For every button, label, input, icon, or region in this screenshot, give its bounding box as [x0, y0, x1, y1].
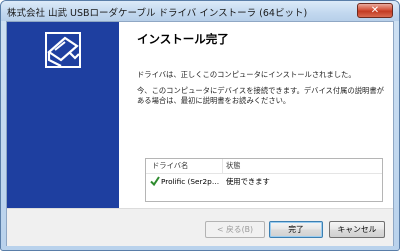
finish-button[interactable]: 完了 — [269, 221, 323, 238]
close-icon: ✕ — [370, 5, 380, 16]
installer-box-icon — [45, 32, 81, 68]
wizard-sidebar — [7, 22, 119, 208]
column-divider[interactable] — [222, 159, 223, 173]
completion-message: ドライバは、正しくこのコンピュータにインストールされました。 — [137, 70, 356, 79]
driver-list-row[interactable]: Prolific (Ser2pl64) Port... 使用できます — [146, 175, 382, 189]
installer-window: 株式会社 山武 USBローダケーブル ドライバ インストーラ (64ビット) ✕… — [0, 0, 400, 251]
wizard-content: インストール完了 ドライバは、正しくこのコンピュータにインストールされました。 … — [119, 22, 393, 208]
green-check-icon — [150, 176, 160, 187]
wizard-footer: < 戻る(B) 完了 キャンセル — [7, 208, 393, 246]
column-header-status[interactable]: 状態 — [226, 161, 241, 171]
driver-status-cell: 使用できます — [226, 177, 270, 186]
back-button[interactable]: < 戻る(B) — [205, 221, 265, 238]
page-title: インストール完了 — [137, 32, 229, 46]
window-title: 株式会社 山武 USBローダケーブル ドライバ インストーラ (64ビット) — [7, 8, 308, 19]
close-button[interactable]: ✕ — [357, 3, 393, 18]
cancel-button[interactable]: キャンセル — [329, 221, 385, 238]
driver-name-cell: Prolific (Ser2pl64) Port... — [161, 177, 221, 186]
driver-list-header: ドライバ名 状態 — [146, 159, 382, 174]
driver-list[interactable]: ドライバ名 状態 Prolific (Ser2pl64) Port... 使用で… — [145, 158, 383, 202]
title-bar[interactable]: 株式会社 山武 USBローダケーブル ドライバ インストーラ (64ビット) ✕ — [1, 1, 399, 21]
wizard-client-area: インストール完了 ドライバは、正しくこのコンピュータにインストールされました。 … — [6, 21, 394, 246]
connect-device-message: 今、このコンピュータにデバイスを接続できます。デバイス付属の説明書がある場合は、… — [137, 86, 384, 105]
column-header-driver-name[interactable]: ドライバ名 — [152, 161, 188, 171]
